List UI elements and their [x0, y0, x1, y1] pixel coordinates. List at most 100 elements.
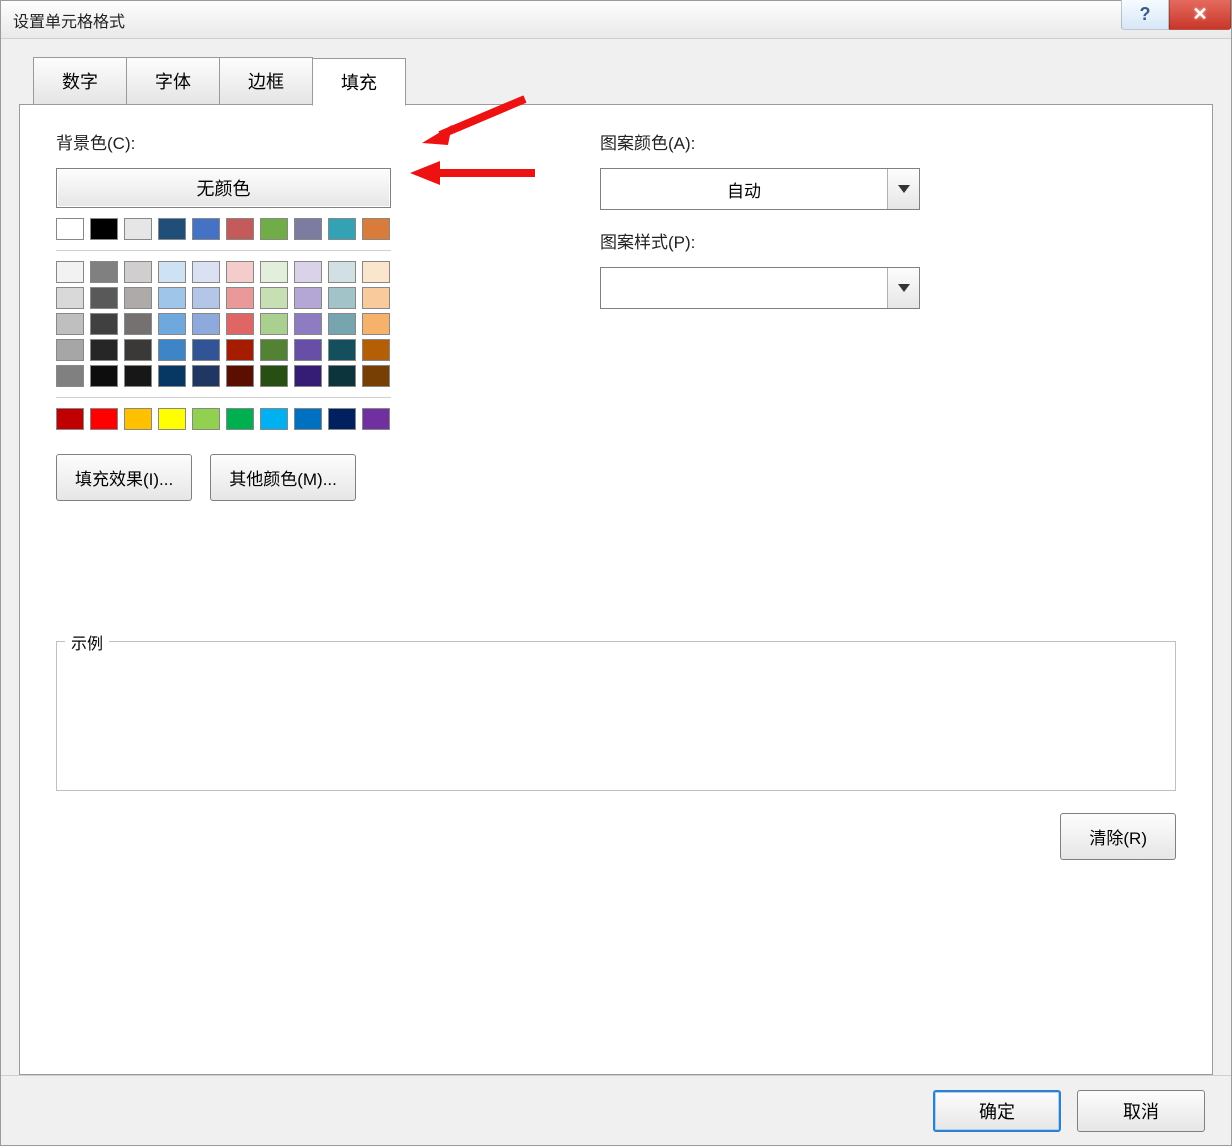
color-swatch[interactable] [90, 408, 118, 430]
ok-button[interactable]: 确定 [933, 1090, 1061, 1132]
color-swatch[interactable] [158, 339, 186, 361]
color-swatch[interactable] [226, 261, 254, 283]
color-swatch[interactable] [226, 408, 254, 430]
color-swatch[interactable] [124, 408, 152, 430]
close-button[interactable]: ✕ [1169, 0, 1231, 30]
color-swatch[interactable] [260, 218, 288, 240]
no-color-button[interactable]: 无颜色 [56, 168, 391, 208]
color-swatch[interactable] [124, 313, 152, 335]
color-swatch[interactable] [328, 218, 356, 240]
color-swatch[interactable] [226, 218, 254, 240]
dialog-body: 数字 字体 边框 填充 背景色(C): 无颜色 [1, 39, 1231, 1075]
color-swatch[interactable] [294, 261, 322, 283]
dropdown-arrow-icon[interactable] [887, 169, 919, 209]
clear-button[interactable]: 清除(R) [1060, 813, 1176, 860]
color-swatch[interactable] [124, 365, 152, 387]
color-swatch[interactable] [90, 313, 118, 335]
color-swatch[interactable] [158, 313, 186, 335]
background-color-label: 背景色(C): [56, 129, 536, 154]
color-swatch[interactable] [192, 218, 220, 240]
color-swatch[interactable] [124, 339, 152, 361]
color-swatch[interactable] [192, 313, 220, 335]
color-swatch[interactable] [56, 365, 84, 387]
color-swatch[interactable] [294, 218, 322, 240]
color-swatch[interactable] [90, 339, 118, 361]
color-swatch[interactable] [294, 313, 322, 335]
color-swatch[interactable] [260, 261, 288, 283]
color-swatch[interactable] [260, 287, 288, 309]
color-swatch[interactable] [328, 261, 356, 283]
color-swatch[interactable] [90, 218, 118, 240]
color-swatch[interactable] [362, 339, 390, 361]
color-swatch[interactable] [294, 408, 322, 430]
color-swatch[interactable] [90, 287, 118, 309]
color-swatch[interactable] [362, 287, 390, 309]
format-cells-dialog: 设置单元格格式 ? ✕ 数字 字体 边框 填充 背景色(C): 无颜色 [0, 0, 1232, 1146]
color-swatch[interactable] [362, 365, 390, 387]
color-swatch[interactable] [328, 339, 356, 361]
color-swatch[interactable] [226, 365, 254, 387]
color-swatch[interactable] [124, 261, 152, 283]
color-swatch[interactable] [328, 287, 356, 309]
color-swatch[interactable] [90, 261, 118, 283]
tint-grid [56, 261, 536, 387]
help-button[interactable]: ? [1121, 0, 1169, 30]
color-swatch[interactable] [90, 365, 118, 387]
color-swatch[interactable] [158, 261, 186, 283]
color-swatch[interactable] [362, 218, 390, 240]
color-swatch[interactable] [328, 365, 356, 387]
color-swatch[interactable] [226, 313, 254, 335]
window-title: 设置单元格格式 [13, 8, 125, 32]
color-swatch[interactable] [260, 408, 288, 430]
color-swatch[interactable] [294, 339, 322, 361]
dropdown-arrow-icon[interactable] [887, 268, 919, 308]
color-swatch[interactable] [158, 365, 186, 387]
clear-row: 清除(R) [56, 813, 1176, 860]
color-swatch[interactable] [56, 287, 84, 309]
color-swatch[interactable] [328, 408, 356, 430]
color-swatch[interactable] [56, 408, 84, 430]
color-swatch[interactable] [294, 287, 322, 309]
color-swatch[interactable] [362, 408, 390, 430]
color-swatch[interactable] [158, 408, 186, 430]
color-swatch[interactable] [158, 287, 186, 309]
color-swatch[interactable] [56, 313, 84, 335]
help-icon: ? [1140, 4, 1151, 25]
dialog-footer: 确定 取消 [1, 1075, 1231, 1145]
color-swatch[interactable] [260, 339, 288, 361]
color-swatch[interactable] [362, 313, 390, 335]
color-swatch[interactable] [192, 287, 220, 309]
color-swatch[interactable] [294, 365, 322, 387]
pattern-style-value [601, 268, 887, 308]
more-colors-button[interactable]: 其他颜色(M)... [210, 454, 356, 501]
color-swatch[interactable] [362, 261, 390, 283]
color-swatch[interactable] [56, 261, 84, 283]
color-swatch[interactable] [328, 313, 356, 335]
pattern-style-label: 图案样式(P): [600, 228, 1176, 253]
two-columns: 背景色(C): 无颜色 填充效果(I)... 其他颜 [56, 129, 1176, 501]
pattern-style-dropdown[interactable] [600, 267, 920, 309]
tab-fill[interactable]: 填充 [312, 58, 406, 106]
color-swatch[interactable] [158, 218, 186, 240]
tab-border[interactable]: 边框 [219, 57, 313, 105]
color-swatch[interactable] [226, 287, 254, 309]
no-color-label: 无颜色 [197, 175, 251, 201]
tab-font[interactable]: 字体 [126, 57, 220, 105]
color-swatch[interactable] [192, 408, 220, 430]
color-swatch[interactable] [260, 365, 288, 387]
cancel-button[interactable]: 取消 [1077, 1090, 1205, 1132]
color-swatch[interactable] [192, 365, 220, 387]
color-swatch[interactable] [56, 218, 84, 240]
divider [56, 250, 391, 251]
color-swatch[interactable] [260, 313, 288, 335]
color-swatch[interactable] [192, 339, 220, 361]
color-swatch[interactable] [56, 339, 84, 361]
color-swatch[interactable] [192, 261, 220, 283]
fill-effects-button[interactable]: 填充效果(I)... [56, 454, 192, 501]
tab-number[interactable]: 数字 [33, 57, 127, 105]
color-swatch[interactable] [124, 218, 152, 240]
pattern-color-dropdown[interactable]: 自动 [600, 168, 920, 210]
color-swatch[interactable] [124, 287, 152, 309]
color-swatch[interactable] [226, 339, 254, 361]
close-icon: ✕ [1192, 4, 1207, 25]
